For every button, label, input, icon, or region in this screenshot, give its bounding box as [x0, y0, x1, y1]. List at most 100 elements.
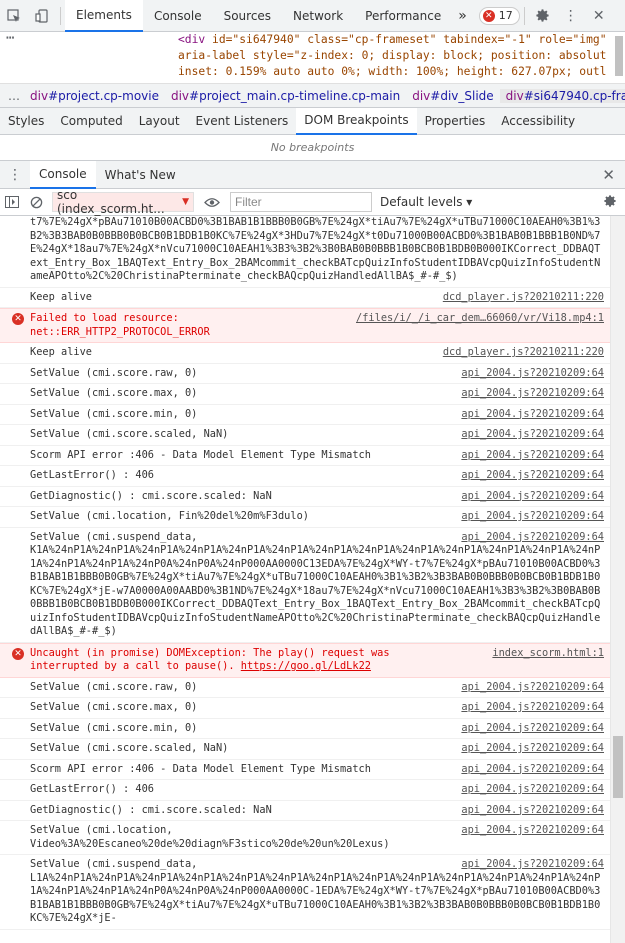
source-link[interactable]: api_2004.js?20210209:64	[461, 858, 604, 872]
kebab-menu-icon[interactable]: ⋮	[557, 0, 585, 32]
console-message[interactable]: api_2004.js?20210209:64 Scorm API error :…	[0, 760, 610, 780]
message-text: SetValue (cmi.score.max, 0)	[30, 701, 198, 713]
console-message[interactable]: api_2004.js?20210209:64 SetValue (cmi.sco…	[0, 384, 610, 405]
filter-input[interactable]	[230, 192, 372, 212]
console-message[interactable]: api_2004.js?20210209:64 SetValue (cmi.sus…	[0, 528, 610, 643]
source-link[interactable]: index_scorm.html:1	[492, 647, 604, 661]
message-text: Scorm API error :406 - Data Model Elemen…	[30, 762, 371, 775]
console-message[interactable]: dcd_player.js?20210211:220 Keep alive	[0, 288, 610, 308]
console-error-message[interactable]: ✕ /files/i/_/i_car_dem…66060/vr/Vi18.mp4:…	[0, 308, 610, 343]
console-message[interactable]: api_2004.js?20210209:64 SetValue (cmi.sco…	[0, 719, 610, 739]
message-text: t7%7E%24gX*pBAu71010B00ACBD0%3B1BAB1B1BB…	[30, 216, 601, 282]
dom-line[interactable]: aria-label style="z-index: 0; display: b…	[178, 48, 607, 64]
console-scrollbar[interactable]	[610, 216, 625, 943]
error-icon: ✕	[12, 313, 24, 325]
log-levels-dropdown[interactable]: Default levels ▾	[380, 195, 472, 209]
source-link[interactable]: api_2004.js?20210209:64	[461, 510, 604, 524]
tab-console[interactable]: Console	[143, 0, 213, 32]
console-message[interactable]: api_2004.js?20210209:64 GetDiagnostic() :…	[0, 487, 610, 507]
source-link[interactable]: api_2004.js?20210209:64	[461, 469, 604, 483]
tab-computed[interactable]: Computed	[52, 108, 130, 135]
source-link[interactable]: api_2004.js?20210209:64	[461, 742, 604, 756]
live-expression-eye-icon[interactable]	[200, 197, 224, 208]
tab-performance[interactable]: Performance	[354, 0, 452, 32]
breadcrumb: … div#project.cp-movie div#project_main.…	[0, 84, 625, 108]
more-tabs-button[interactable]: »	[452, 0, 473, 32]
tab-elements[interactable]: Elements	[65, 0, 143, 32]
console-message[interactable]: api_2004.js?20210209:64 Scorm API error :…	[0, 446, 610, 466]
message-text: GetDiagnostic() : cmi.score.scaled: NaN	[30, 489, 272, 502]
tab-sources[interactable]: Sources	[213, 0, 282, 32]
message-text: SetValue (cmi.score.scaled, NaN)	[30, 428, 229, 440]
source-link[interactable]: dcd_player.js?20210211:220	[443, 291, 604, 305]
source-link[interactable]: api_2004.js?20210209:64	[461, 428, 604, 442]
console-message[interactable]: api_2004.js?20210209:64 SetValue (cmi.sco…	[0, 405, 610, 425]
source-link[interactable]: api_2004.js?20210209:64	[461, 783, 604, 797]
console-message[interactable]: dcd_player.js?20210211:220 Keep alive	[0, 343, 610, 364]
source-link[interactable]: api_2004.js?20210209:64	[461, 531, 604, 545]
console-message[interactable]: api_2004.js?20210209:64 SetValue (cmi.sco…	[0, 364, 610, 384]
error-count-badge[interactable]: ✕ 17	[478, 6, 520, 25]
console-message[interactable]: api_2004.js?20210209:64 SetValue (cmi.sco…	[0, 678, 610, 698]
console-message[interactable]: api_2004.js?20210209:64 SetValue (cmi.sco…	[0, 739, 610, 760]
tab-event-listeners[interactable]: Event Listeners	[188, 108, 297, 135]
console-message[interactable]: api_2004.js?20210209:64 SetValue (cmi.sus…	[0, 855, 610, 930]
settings-gear-icon[interactable]	[529, 0, 557, 32]
source-link[interactable]: api_2004.js?20210209:64	[461, 367, 604, 381]
source-link[interactable]: api_2004.js?20210209:64	[461, 449, 604, 463]
breadcrumb-item-selected[interactable]: div#si647940.cp-frameset	[499, 88, 625, 103]
tab-accessibility[interactable]: Accessibility	[493, 108, 583, 135]
breadcrumb-overflow[interactable]: …	[0, 89, 24, 103]
dom-line[interactable]: inset: 0.159% auto auto 0%; width: 100%;…	[178, 64, 607, 80]
console-message[interactable]: api_2004.js?20210209:64 GetDiagnostic() :…	[0, 801, 610, 821]
context-selector[interactable]: sco (index_scorm.ht... ▼	[52, 188, 194, 216]
dom-line[interactable]: <div id="si647940" class="cp-frameset" t…	[178, 32, 607, 48]
message-text: SetValue (cmi.score.raw, 0)	[30, 680, 198, 693]
clear-console-icon[interactable]	[24, 196, 48, 209]
message-text: GetDiagnostic() : cmi.score.scaled: NaN	[30, 803, 272, 816]
console-message[interactable]: api_2004.js?20210209:64 GetLastError() : …	[0, 466, 610, 487]
console-message[interactable]: api_2004.js?20210209:64 SetValue (cmi.sco…	[0, 698, 610, 719]
console-message[interactable]: api_2004.js?20210209:64 SetValue (cmi.loc…	[0, 821, 610, 855]
source-link[interactable]: api_2004.js?20210209:64	[461, 722, 604, 736]
source-link[interactable]: /files/i/_/i_car_dem…66060/vr/Vi18.mp4:1	[356, 312, 604, 326]
sidebar-toggle-icon[interactable]	[0, 196, 24, 208]
drawer-tab-console[interactable]: Console	[30, 160, 96, 189]
console-message[interactable]: api_2004.js?20210209:64 GetLastError() : …	[0, 780, 610, 801]
console-log: t7%7E%24gX*pBAu71010B00ACBD0%3B1BAB1B1BB…	[0, 216, 610, 943]
source-link[interactable]: api_2004.js?20210209:64	[461, 387, 604, 401]
source-link[interactable]: api_2004.js?20210209:64	[461, 681, 604, 695]
source-link[interactable]: api_2004.js?20210209:64	[461, 804, 604, 818]
source-link[interactable]: api_2004.js?20210209:64	[461, 408, 604, 422]
close-drawer-icon[interactable]: ✕	[602, 166, 615, 184]
tab-network[interactable]: Network	[282, 0, 354, 32]
inspect-element-icon[interactable]	[0, 0, 28, 32]
breadcrumb-item[interactable]: div#project.cp-movie	[24, 89, 165, 103]
console-message[interactable]: api_2004.js?20210209:64 SetValue (cmi.loc…	[0, 507, 610, 528]
tab-styles[interactable]: Styles	[0, 108, 52, 135]
device-toolbar-icon[interactable]	[28, 0, 56, 32]
scrollbar-thumb[interactable]	[613, 736, 623, 798]
console-settings-gear-icon[interactable]	[603, 194, 617, 212]
source-link[interactable]: dcd_player.js?20210211:220	[443, 346, 604, 360]
tab-layout[interactable]: Layout	[131, 108, 188, 135]
ellipsis-icon[interactable]: ⋯	[6, 32, 14, 46]
elements-scrollbar[interactable]	[615, 36, 623, 76]
tab-properties[interactable]: Properties	[417, 108, 494, 135]
breadcrumb-item[interactable]: div#project_main.cp-timeline.cp-main	[165, 89, 406, 103]
drawer-menu-icon[interactable]: ⋮	[0, 167, 30, 183]
source-link[interactable]: api_2004.js?20210209:64	[461, 490, 604, 504]
tab-dom-breakpoints[interactable]: DOM Breakpoints	[296, 107, 417, 135]
console-message[interactable]: t7%7E%24gX*pBAu71010B00ACBD0%3B1BAB1B1BB…	[0, 216, 610, 288]
message-text: SetValue (cmi.location, Fin%20del%20m%F3…	[30, 510, 309, 522]
source-link[interactable]: api_2004.js?20210209:64	[461, 824, 604, 838]
breadcrumb-item[interactable]: div#div_Slide	[406, 89, 499, 103]
message-text: SetValue (cmi.location, Video%3A%20Escan…	[30, 824, 390, 850]
source-link[interactable]: api_2004.js?20210209:64	[461, 763, 604, 777]
close-devtools-icon[interactable]: ✕	[585, 0, 613, 32]
help-link[interactable]: https://goo.gl/LdLk22	[241, 660, 371, 672]
console-message[interactable]: api_2004.js?20210209:64 SetValue (cmi.sco…	[0, 425, 610, 446]
drawer-tab-whats-new[interactable]: What's New	[96, 161, 185, 189]
console-error-message[interactable]: ✕ index_scorm.html:1 Uncaught (in promise)…	[0, 642, 610, 678]
source-link[interactable]: api_2004.js?20210209:64	[461, 701, 604, 715]
